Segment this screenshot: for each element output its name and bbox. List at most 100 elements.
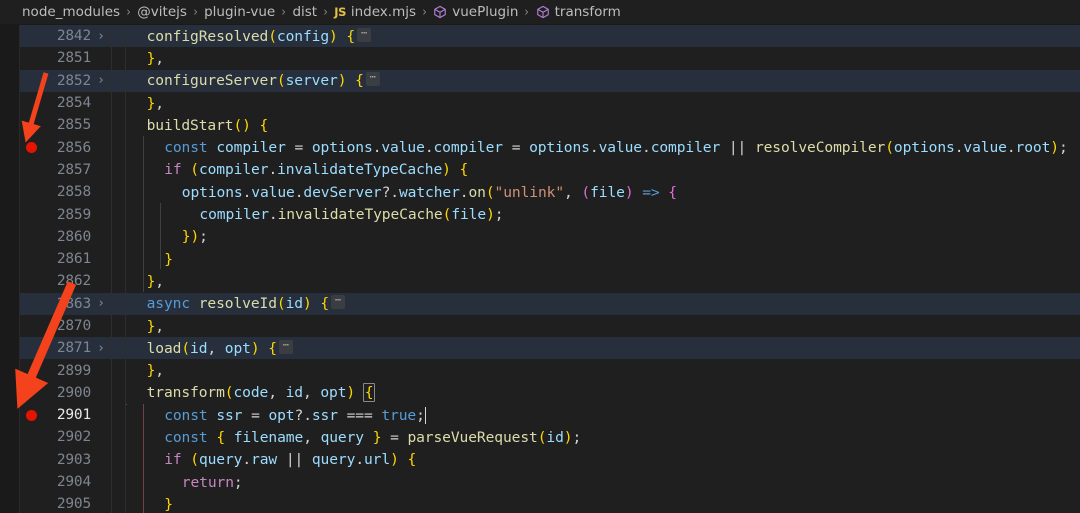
breadcrumb-label: @vitejs: [137, 4, 187, 20]
line-number: 2904: [56, 474, 91, 491]
fold-marker[interactable]: ⋯: [357, 27, 371, 42]
fold-chevron-icon[interactable]: ›: [91, 296, 111, 311]
line-content[interactable]: options.value.devServer?.watcher.on("unl…: [125, 184, 1080, 201]
line-content[interactable]: },: [125, 50, 1080, 67]
line-content[interactable]: configureServer(server) {⋯: [125, 72, 1080, 89]
line-content[interactable]: }: [125, 251, 1080, 268]
editor-line-2870[interactable]: 2870},: [0, 315, 1080, 337]
line-number: 2861: [56, 251, 91, 268]
line-number: 2871: [56, 340, 91, 357]
fold-chevron-icon[interactable]: ›: [91, 29, 111, 44]
breadcrumb-label: index.mjs: [350, 4, 417, 20]
breakpoint-dot-2856[interactable]: [19, 142, 44, 154]
line-content[interactable]: compiler.invalidateTypeCache(file);: [125, 206, 1080, 223]
line-content[interactable]: transform(code, id, opt) {: [125, 383, 1080, 403]
line-content[interactable]: const compiler = options.value.compiler …: [125, 139, 1080, 156]
line-content[interactable]: configResolved(config) {⋯: [125, 27, 1080, 45]
fold-marker[interactable]: ⋯: [365, 72, 380, 87]
breadcrumb-item-transform[interactable]: transform: [536, 4, 621, 20]
line-number: 2851: [56, 50, 91, 67]
editor-line-2903[interactable]: 2903 if (query.raw || query.url) {: [0, 449, 1080, 471]
breadcrumb-separator: ›: [281, 4, 287, 20]
line-content[interactable]: if (compiler.invalidateTypeCache) {: [125, 161, 1080, 178]
breadcrumb-separator: ›: [193, 4, 198, 20]
line-number: 2902: [56, 429, 91, 446]
editor-line-2852[interactable]: 2852 › configureServer(server) {⋯: [0, 69, 1080, 92]
line-number: 2857: [56, 161, 91, 178]
editor-line-2860[interactable]: 2860});: [0, 226, 1080, 248]
symbol-object-icon: [536, 5, 550, 19]
line-number: 2899: [56, 362, 91, 379]
breadcrumb[interactable]: node_modules › @vitejs › plugin-vue › dist › JS i…: [0, 0, 1080, 25]
editor-line-2901[interactable]: 2901 const ssr = opt?.ssr === true;: [0, 404, 1080, 426]
line-number: 2901: [56, 407, 91, 424]
editor-line-2905[interactable]: 2905}: [0, 493, 1080, 513]
breadcrumb-label: dist: [292, 4, 318, 20]
editor-line-2861[interactable]: 2861}: [0, 248, 1080, 270]
editor-line-2899[interactable]: 2899},: [0, 359, 1080, 381]
editor-rail-divider: [19, 25, 20, 513]
editor-line-2854[interactable]: 2854},: [0, 92, 1080, 114]
editor-rows: 2842 › configResolved(config) {⋯ 2851}, 2852…: [0, 25, 1080, 513]
line-content[interactable]: const ssr = opt?.ssr === true;: [125, 406, 1080, 424]
fold-chevron-icon[interactable]: ›: [91, 341, 111, 356]
fold-chevron-icon[interactable]: ›: [91, 73, 111, 88]
line-number: 2858: [56, 184, 91, 201]
vscode-window: node_modules › @vitejs › plugin-vue › dist › JS i…: [0, 0, 1080, 513]
breadcrumb-item-index-mjs[interactable]: JS index.mjs: [334, 4, 416, 20]
line-content[interactable]: }: [125, 496, 1080, 513]
breakpoint-icon[interactable]: [26, 409, 37, 421]
symbol-object-icon: [433, 5, 447, 19]
js-file-icon: JS: [334, 5, 346, 19]
line-content[interactable]: },: [125, 273, 1080, 290]
editor-line-2871[interactable]: 2871 › load(id, opt) {⋯: [0, 337, 1080, 360]
breadcrumb-label: node_modules: [22, 4, 121, 20]
editor-line-2863[interactable]: 2863 › async resolveId(id) {⋯: [0, 292, 1080, 315]
text-cursor: [424, 406, 427, 424]
line-content[interactable]: },: [125, 362, 1080, 379]
breakpoint-icon[interactable]: [26, 142, 37, 154]
editor-line-2904[interactable]: 2904 return;: [0, 471, 1080, 493]
editor-line-2857[interactable]: 2857 if (compiler.invalidateTypeCache) {: [0, 159, 1080, 181]
breakpoint-dot-2901[interactable]: [19, 409, 44, 421]
breadcrumb-label: vuePlugin: [452, 4, 519, 20]
line-content[interactable]: },: [125, 95, 1080, 112]
line-content[interactable]: load(id, opt) {⋯: [125, 339, 1080, 357]
line-number: 2903: [56, 451, 91, 468]
breadcrumb-item-node-modules[interactable]: node_modules: [22, 4, 120, 20]
editor-line-2859[interactable]: 2859 compiler.invalidateTypeCache(file);: [0, 203, 1080, 225]
breadcrumb-separator: ›: [422, 4, 427, 20]
line-content[interactable]: if (query.raw || query.url) {: [125, 451, 1080, 468]
fold-marker[interactable]: ⋯: [331, 295, 345, 310]
line-number: 2863: [56, 295, 91, 312]
line-number: 2860: [56, 228, 91, 245]
line-content[interactable]: buildStart() {: [125, 117, 1080, 134]
line-content[interactable]: },: [125, 318, 1080, 335]
editor-line-2842[interactable]: 2842 › configResolved(config) {⋯: [0, 25, 1080, 48]
breadcrumb-item-dist[interactable]: dist: [292, 4, 317, 20]
fold-marker[interactable]: ⋯: [278, 339, 293, 354]
breadcrumb-label: transform: [554, 4, 621, 20]
breadcrumb-separator: ›: [323, 4, 328, 20]
editor-line-2856[interactable]: 2856 const compiler = options.value.compi…: [0, 136, 1080, 158]
breadcrumb-item--vitejs[interactable]: @vitejs: [137, 4, 187, 20]
editor-line-2858[interactable]: 2858 options.value.devServer?.watcher.on(…: [0, 181, 1080, 203]
breadcrumb-item-vueplugin[interactable]: vuePlugin: [433, 4, 518, 20]
line-content[interactable]: async resolveId(id) {⋯: [125, 295, 1080, 312]
line-number: 2859: [56, 206, 91, 223]
bracket-match-highlight: {: [362, 383, 376, 403]
editor-line-2900[interactable]: 2900 transform(code, id, opt) {: [0, 382, 1080, 404]
editor-line-2851[interactable]: 2851},: [0, 47, 1080, 69]
editor-line-2862[interactable]: 2862},: [0, 270, 1080, 292]
breadcrumb-item-plugin-vue[interactable]: plugin-vue: [204, 4, 275, 20]
editor-line-2902[interactable]: 2902 const { filename, query } = parseVue…: [0, 426, 1080, 448]
line-content[interactable]: const { filename, query } = parseVueRequ…: [125, 429, 1080, 446]
line-number: 2900: [56, 384, 91, 401]
editor-left-rail: [0, 25, 19, 513]
line-content[interactable]: return;: [125, 474, 1080, 491]
line-content[interactable]: });: [125, 228, 1080, 245]
code-editor[interactable]: 2842 › configResolved(config) {⋯ 2851}, 2852…: [0, 25, 1080, 513]
editor-line-2855[interactable]: 2855 buildStart() {: [0, 114, 1080, 136]
line-number: 2905: [56, 496, 91, 513]
line-number: 2856: [56, 139, 91, 156]
